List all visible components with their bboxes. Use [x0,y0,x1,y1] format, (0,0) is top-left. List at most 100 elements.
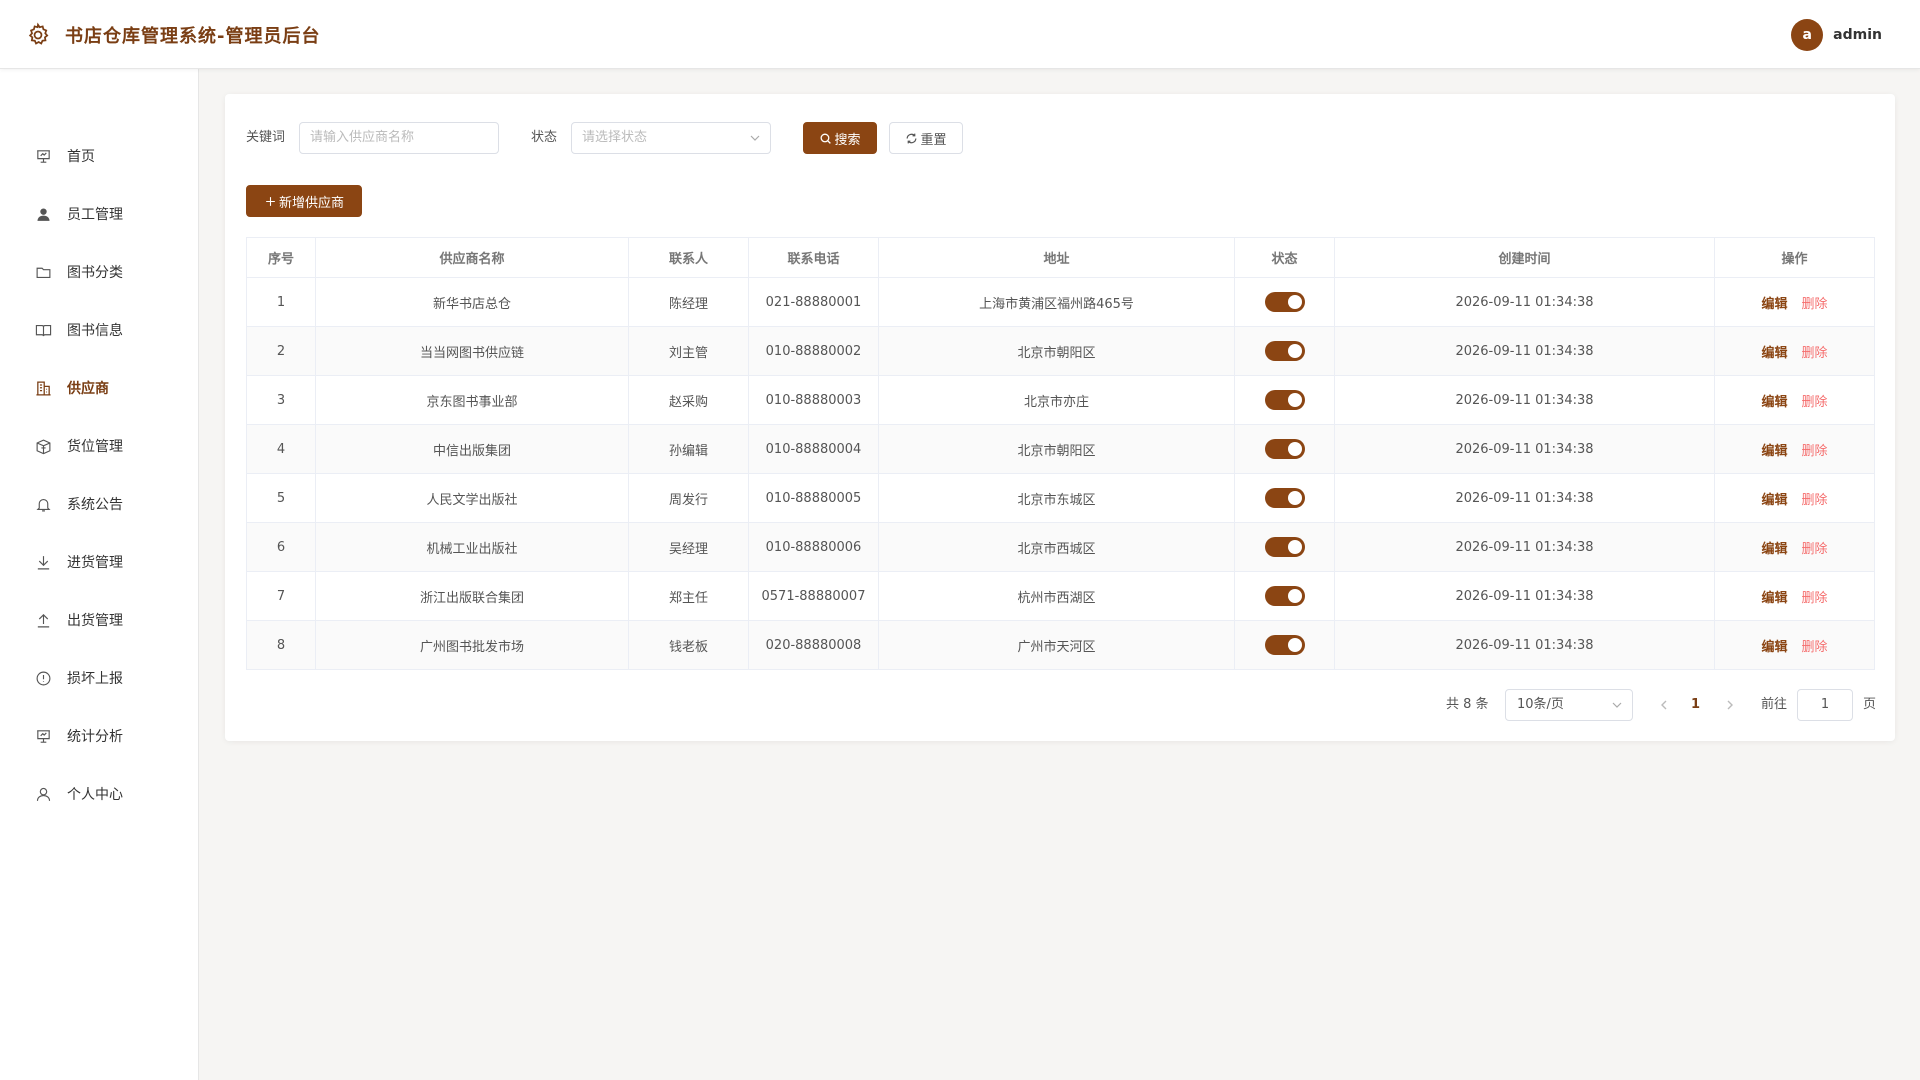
contact-person: 赵采购 [628,375,749,425]
sidebar-item-stats[interactable]: 统计分析 [0,707,198,765]
delete-button[interactable]: 删除 [1802,640,1828,655]
sidebar-item-notice[interactable]: 系统公告 [0,475,198,533]
row-index: 6 [246,522,316,572]
sidebar-item-label: 统计分析 [67,729,123,745]
current-page[interactable]: 1 [1691,689,1700,721]
chart-board-icon [37,729,50,743]
table-row: 7 浙江出版联合集团 郑主任 0571-88880007 杭州市西湖区 2026-09-1… [246,571,1875,621]
sidebar-item-books[interactable]: 图书信息 [0,301,198,359]
delete-button[interactable]: 删除 [1802,395,1828,410]
username[interactable]: admin [1833,27,1882,43]
contact-person: 钱老板 [628,620,749,670]
sidebar-item-home[interactable]: 首页 [0,127,198,185]
sidebar-item-category[interactable]: 图书分类 [0,243,198,301]
status-toggle[interactable] [1264,439,1305,459]
sidebar-item-label: 出货管理 [67,613,123,629]
gear-icon[interactable] [25,22,51,48]
edit-button[interactable]: 编辑 [1761,493,1787,508]
sidebar-item-staff[interactable]: 员工管理 [0,185,198,243]
delete-button[interactable]: 删除 [1802,444,1828,459]
delete-button[interactable]: 删除 [1802,346,1828,361]
status-toggle[interactable] [1264,635,1305,655]
actions-cell: 编辑 删除 [1714,375,1875,425]
sidebar-item-stock-in[interactable]: 进货管理 [0,533,198,591]
sidebar-item-profile[interactable]: 个人中心 [0,765,198,823]
top-header: 书店仓库管理系统-管理员后台 a admin [0,0,1920,69]
add-supplier-button[interactable]: 新增供应商 [246,185,362,217]
sidebar-item-label: 图书分类 [67,265,123,281]
goto-page-value: 1 [1820,697,1830,712]
status-toggle[interactable] [1264,341,1305,361]
status-toggle[interactable] [1264,390,1305,410]
keyword-input[interactable]: 请输入供应商名称 [299,122,499,154]
status-toggle[interactable] [1264,292,1305,312]
supplier-name: 当当网图书供应链 [315,326,629,376]
table-row: 8 广州图书批发市场 钱老板 020-88880008 广州市天河区 2026-09-11… [246,620,1875,670]
address: 上海市黄浦区福州路465号 [878,277,1235,327]
search-button[interactable]: 搜索 [803,122,877,154]
edit-button[interactable]: 编辑 [1761,444,1787,459]
edit-button[interactable]: 编辑 [1761,542,1787,557]
delete-button[interactable]: 删除 [1802,542,1828,557]
address: 北京市朝阳区 [878,424,1235,474]
contact-phone: 010-88880004 [748,424,879,474]
created-time: 2026-09-11 01:34:38 [1334,277,1715,327]
page-size-value: 10条/页 [1517,697,1564,712]
sidebar-item-label: 个人中心 [67,787,123,803]
warning-circle-icon [36,671,51,685]
sidebar-item-label: 损坏上报 [67,671,123,687]
column-header: 联系人 [628,237,749,278]
sidebar-item-label: 图书信息 [67,323,123,339]
edit-button[interactable]: 编辑 [1761,346,1787,361]
column-header: 联系电话 [748,237,879,278]
row-index: 5 [246,473,316,523]
user-menu[interactable]: a admin [1791,19,1882,51]
status-cell [1234,326,1335,376]
chevron-down-icon [1612,702,1622,708]
keyword-placeholder: 请输入供应商名称 [310,130,415,145]
edit-button[interactable]: 编辑 [1761,395,1787,410]
contact-person: 周发行 [628,473,749,523]
row-index: 4 [246,424,316,474]
page-suffix: 页 [1863,697,1877,712]
contact-phone: 010-88880005 [748,473,879,523]
actions-cell: 编辑 删除 [1714,473,1875,523]
contact-phone: 010-88880003 [748,375,879,425]
contact-person: 陈经理 [628,277,749,327]
goto-page-input[interactable]: 1 [1797,689,1853,721]
column-header: 供应商名称 [315,237,629,278]
row-index: 8 [246,620,316,670]
add-supplier-label: 新增供应商 [278,195,344,211]
sidebar: 首页 员工管理 图书分类 图书信息 供应商 货位管理 系统公告 进货管理 出货管… [0,69,199,1080]
delete-button[interactable]: 删除 [1802,297,1828,312]
edit-button[interactable]: 编辑 [1761,640,1787,655]
status-toggle[interactable] [1264,537,1305,557]
reset-button[interactable]: 重置 [889,122,963,154]
created-time: 2026-09-11 01:34:38 [1334,375,1715,425]
delete-button[interactable]: 删除 [1802,493,1828,508]
page-size-select[interactable]: 10条/页 [1505,689,1633,721]
building-icon [36,380,51,396]
sidebar-item-stock-out[interactable]: 出货管理 [0,591,198,649]
next-page-icon[interactable] [1725,700,1735,710]
edit-button[interactable]: 编辑 [1761,297,1787,312]
refresh-icon [907,133,917,143]
address: 北京市东城区 [878,473,1235,523]
status-select[interactable]: 请选择状态 [571,122,771,154]
book-icon [35,324,52,336]
user-outline-icon [36,787,51,801]
address: 北京市西城区 [878,522,1235,572]
sidebar-item-label: 首页 [67,149,95,165]
sidebar-item-label: 货位管理 [67,439,123,455]
bell-icon [36,498,51,511]
prev-page-icon[interactable] [1659,700,1669,710]
sidebar-item-location[interactable]: 货位管理 [0,417,198,475]
download-icon [37,555,50,569]
sidebar-item-damage[interactable]: 损坏上报 [0,649,198,707]
status-toggle[interactable] [1264,488,1305,508]
edit-button[interactable]: 编辑 [1761,591,1787,606]
avatar[interactable]: a [1791,19,1824,51]
delete-button[interactable]: 删除 [1802,591,1828,606]
sidebar-item-supplier[interactable]: 供应商 [0,359,198,417]
status-toggle[interactable] [1264,586,1305,606]
